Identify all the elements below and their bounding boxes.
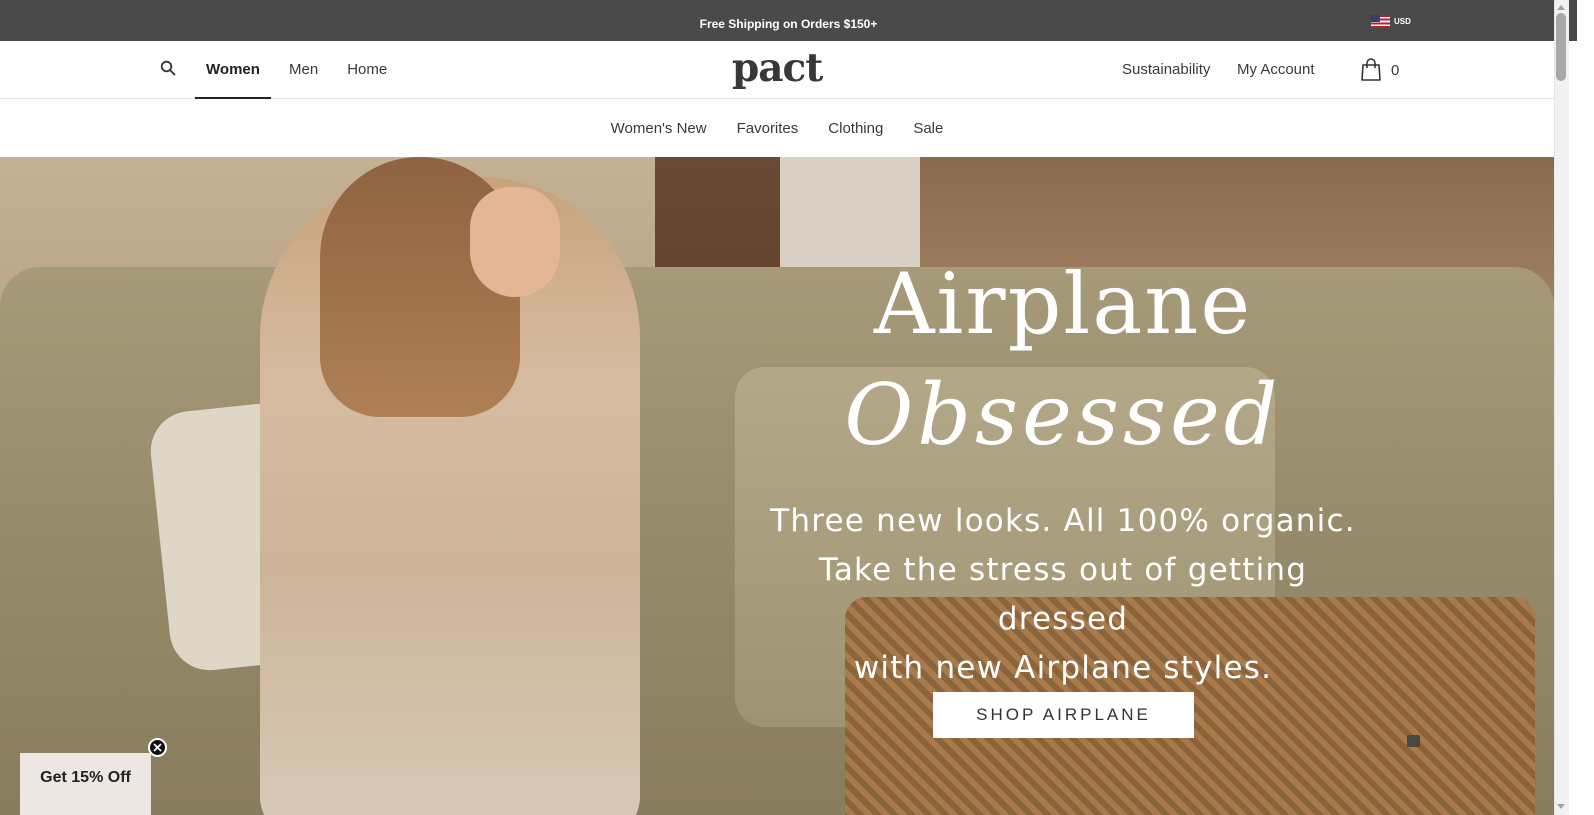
shop-airplane-button[interactable]: SHOP AIRPLANE — [933, 692, 1194, 738]
nav-home[interactable]: Home — [347, 41, 387, 99]
scroll-down-arrow-icon[interactable] — [1557, 804, 1565, 809]
search-icon[interactable] — [160, 60, 176, 76]
us-flag-icon — [1371, 15, 1390, 28]
hero-banner: Airplane Obsessed Three new looks. All 1… — [0, 157, 1554, 815]
cart-button[interactable]: 0 — [1360, 58, 1399, 82]
site-header: Women Men Home pact Sustainability My Ac… — [0, 41, 1554, 99]
subnav-clothing[interactable]: Clothing — [828, 120, 883, 137]
close-icon[interactable] — [148, 738, 167, 757]
promo-tab[interactable]: Get 15% Off — [20, 753, 151, 815]
nav-my-account[interactable]: My Account — [1237, 41, 1315, 99]
subnav-favorites[interactable]: Favorites — [737, 120, 799, 137]
nav-men[interactable]: Men — [289, 41, 318, 99]
category-nav: Women's New Favorites Clothing Sale — [0, 100, 1554, 157]
announcement-bar: Free Shipping on Orders $150+ USD — [0, 0, 1577, 41]
hero-subcopy: Three new looks. All 100% organic. Take … — [760, 497, 1366, 693]
page-scrollbar[interactable] — [1554, 0, 1569, 815]
scroll-up-arrow-icon[interactable] — [1557, 5, 1565, 10]
cart-count: 0 — [1391, 61, 1400, 79]
subnav-sale[interactable]: Sale — [913, 120, 943, 137]
hero-subcopy-line3: with new Airplane styles. — [853, 650, 1273, 686]
hero-headline-line2: Obsessed — [844, 366, 1282, 464]
site-logo[interactable]: pact — [732, 46, 823, 90]
subnav-womens-new[interactable]: Women's New — [611, 120, 707, 137]
image-badge-icon — [1407, 735, 1420, 747]
currency-selector[interactable]: USD — [1371, 15, 1411, 28]
hero-headline-line1: Airplane — [873, 255, 1253, 353]
primary-nav: Women Men Home — [195, 41, 387, 99]
shopping-bag-icon — [1361, 58, 1381, 81]
hero-subcopy-line1: Three new looks. All 100% organic. — [770, 503, 1356, 539]
scroll-thumb[interactable] — [1556, 13, 1566, 81]
hero-image-face — [470, 187, 560, 297]
hero-subcopy-line2: Take the stress out of getting dressed — [818, 552, 1308, 637]
currency-label: USD — [1394, 17, 1411, 26]
nav-sustainability[interactable]: Sustainability — [1122, 41, 1210, 99]
nav-women[interactable]: Women — [195, 41, 271, 99]
